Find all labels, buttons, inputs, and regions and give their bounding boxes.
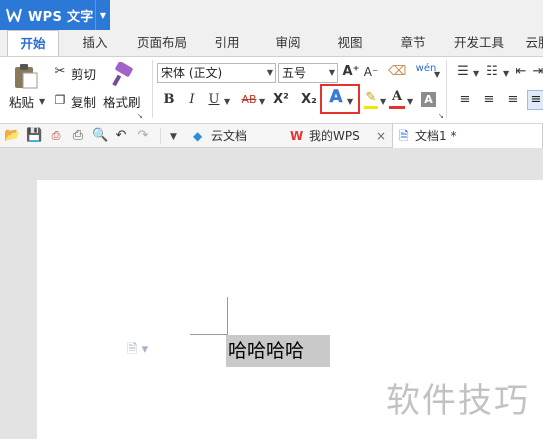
doc-tab-label: 云文档 [211,129,248,143]
toolbar-separator [160,128,161,144]
tab-home[interactable]: 开始 [7,30,59,56]
app-menu-dropdown-icon[interactable]: ▼ [95,0,110,30]
font-color-button[interactable]: A [390,88,404,106]
font-name-select[interactable]: 宋体 (正文) ▼ [157,63,276,83]
open-folder-icon[interactable]: 📂 [4,127,20,145]
doc-tab-label: 我的WPS [309,129,360,143]
print-preview-icon[interactable]: 🔍 [92,127,108,145]
font-size-value: 五号 [282,66,307,80]
cloud-doc-icon: ◆ [193,129,203,143]
highlight-dropdown-icon[interactable]: ▼ [380,97,386,106]
app-title: WPS 文字 [28,9,94,25]
chevron-down-icon: ▼ [266,68,273,77]
numbered-dropdown-icon[interactable]: ▼ [503,69,509,78]
clipboard-launcher-icon[interactable]: ↘ [137,112,143,120]
tab-view[interactable]: 视图 [333,30,367,56]
ribbon-separator [152,60,153,118]
print-icon[interactable]: ⎙ [70,127,86,145]
paragraph-layout-icon[interactable]: 🗎 ▾ [127,340,148,362]
text-effect-dropdown-icon[interactable]: ▼ [347,97,353,106]
scissors-icon[interactable]: ✂ [52,63,68,81]
font-launcher-icon[interactable]: ↘ [438,112,444,120]
align-left-icon[interactable]: ≡ [458,91,472,109]
format-painter-icon[interactable] [110,62,136,88]
tab-references[interactable]: 引用 [210,30,244,56]
highlight-color-bar [364,106,378,109]
format-painter-label[interactable]: 格式刷 [103,92,141,111]
doc-tab-cloud[interactable]: ◆ 云文档 [186,124,282,148]
copy-icon[interactable]: ❐ [52,91,68,109]
char-shading-button[interactable]: A [421,92,436,107]
font-size-select[interactable]: 五号 ▼ [278,63,338,83]
bullet-list-icon[interactable]: ☰ [455,63,471,81]
wps-brand-icon: W [290,129,304,143]
wps-logo-icon [6,8,22,22]
font-color-bar [389,106,405,109]
doc-tab-document1[interactable]: 🗎 文档1 * [392,124,543,148]
increase-indent-icon[interactable]: ⇥ [531,63,543,81]
ribbon-separator [446,60,447,118]
tab-developer[interactable]: 开发工具 [451,30,507,56]
subscript-button[interactable]: X₂ [298,91,320,109]
paste-label[interactable]: 粘贴 [9,92,34,111]
highlighter-icon[interactable]: ✎ [364,89,378,107]
undo-icon[interactable]: ↶ [113,127,129,145]
font-color-dropdown-icon[interactable]: ▼ [407,97,413,106]
bullet-dropdown-icon[interactable]: ▼ [473,69,479,78]
text-effect-button[interactable]: A [326,88,346,107]
decrease-indent-icon[interactable]: ⇤ [514,63,528,81]
strikethrough-button[interactable]: AB [238,91,260,109]
chevron-down-icon: ▼ [328,68,335,77]
shrink-font-icon[interactable]: A⁻ [362,63,380,81]
grow-font-icon[interactable]: A⁺ [342,63,360,81]
doc-tab-mywps[interactable]: W 我的WPS × [284,124,390,148]
pinyin-dropdown-icon[interactable]: ▼ [434,70,440,79]
quick-access-dropdown-icon[interactable]: ▼ [170,132,177,142]
italic-button[interactable]: I [183,91,201,109]
document-icon: 🗎 [399,129,409,143]
watermark-text: 软件技巧 [386,381,530,421]
app-menu-button[interactable]: WPS 文字 ▼ [0,0,110,30]
tab-insert[interactable]: 插入 [78,30,112,56]
align-right-icon[interactable]: ≡ [506,91,520,109]
paste-icon[interactable] [12,62,40,90]
redo-icon[interactable]: ↷ [135,127,151,145]
tab-page-layout[interactable]: 页面布局 [134,30,190,56]
underline-button[interactable]: U [206,91,222,109]
close-icon[interactable]: × [376,124,386,148]
doc-tab-label: 文档1 * [415,129,457,143]
tab-cloud[interactable]: 云服 [523,30,543,56]
strikethrough-dropdown-icon[interactable]: ▼ [259,97,265,106]
numbered-list-icon[interactable]: ☷ [484,63,500,81]
superscript-button[interactable]: X² [270,91,292,109]
font-name-value: 宋体 (正文) [161,66,223,80]
margin-corner-mark [227,297,228,335]
align-center-icon[interactable]: ≡ [482,91,496,109]
selected-document-text[interactable]: 哈哈哈哈 [226,335,330,367]
copy-label[interactable]: 复制 [71,92,96,111]
save-icon[interactable]: 💾 [26,127,42,145]
underline-dropdown-icon[interactable]: ▼ [224,97,230,106]
tab-chapter[interactable]: 章节 [396,30,430,56]
margin-corner-mark [190,334,227,335]
export-pdf-icon[interactable]: ⎙ [48,127,64,145]
cut-label[interactable]: 剪切 [71,64,96,83]
justify-button[interactable]: ≡ [527,90,543,110]
clear-format-icon[interactable]: ⌫ [388,63,406,81]
paste-dropdown-icon[interactable]: ▼ [39,97,45,106]
tab-review[interactable]: 审阅 [271,30,305,56]
bold-button[interactable]: B [160,91,178,109]
